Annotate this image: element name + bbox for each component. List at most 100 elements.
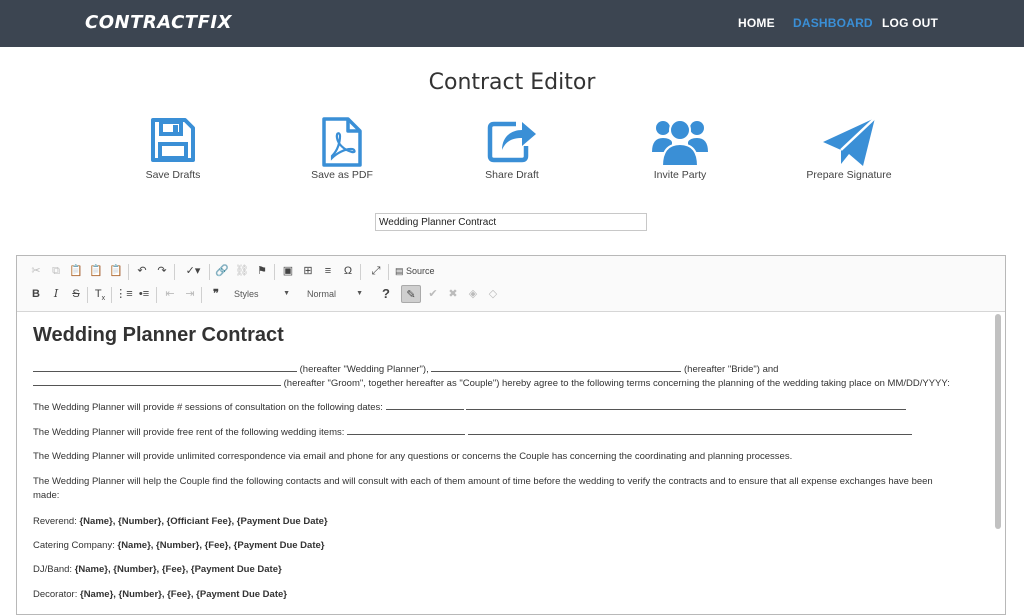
merge-fields: {Name}, {Number}, {Fee}, {Payment Due Da… [80,589,287,600]
track-changes-icon[interactable]: ✎ [401,285,421,303]
styles-dropdown[interactable]: Styles ▼ [232,285,292,303]
blockquote-icon[interactable]: ❞ [207,285,225,303]
paper-plane-icon [823,117,876,166]
prepare-signature-button[interactable]: Prepare Signature [789,116,909,181]
styles-label: Styles [234,289,259,299]
blank-line [431,363,682,372]
remove-format-icon[interactable]: Tx [91,285,109,303]
contract-title-input[interactable] [375,213,647,231]
reject-all-icon[interactable]: ◇ [484,285,502,303]
blank-line [347,426,466,435]
paste-text-icon[interactable]: 📋 [87,262,105,280]
indent-icon[interactable]: ⇥ [181,285,199,303]
toolbar-separator [156,287,157,303]
unlink-icon[interactable]: ⛓ [233,262,251,280]
reverend-line: Reverend: {Name}, {Number}, {Officiant F… [33,516,328,527]
editor-content[interactable]: Wedding Planner Contract (hereafter "Wed… [17,312,992,614]
undo-icon[interactable]: ↶ [133,262,151,280]
table-icon[interactable]: ⊞ [299,262,317,280]
help-icon[interactable]: ? [377,285,395,303]
merge-fields: {Name}, {Number}, {Fee}, {Payment Due Da… [74,564,282,575]
page-title: Contract Editor [428,70,596,95]
save-drafts-button[interactable]: Save Drafts [113,116,233,181]
toolbar-separator [201,287,202,303]
floppy-disk-icon [151,118,195,162]
accept-change-icon[interactable]: ✔ [424,285,442,303]
save-as-pdf-label: Save as PDF [311,169,373,181]
paste-icon[interactable]: 📋 [67,262,85,280]
toolbar-separator [388,264,389,280]
text-span: (hereafter "Wedding Planner"), [299,364,429,375]
pdf-file-icon [322,117,362,167]
special-char-icon[interactable]: Ω [339,262,357,280]
paragraph-parties-line-1: (hereafter "Wedding Planner"), (hereafte… [33,363,778,375]
nav-home-link[interactable]: HOME [738,16,775,30]
redo-icon[interactable]: ↷ [153,262,171,280]
source-label: Source [406,266,435,276]
share-draft-label: Share Draft [485,169,539,181]
anchor-flag-icon[interactable]: ⚑ [253,262,271,280]
paragraph-correspondence: The Wedding Planner will provide unlimit… [33,451,793,462]
toolbar-separator [174,264,175,280]
save-as-pdf-button[interactable]: Save as PDF [282,116,402,181]
users-group-icon [652,119,708,166]
paragraph-contacts-line-2: made: [33,490,60,501]
toolbar-separator [274,264,275,280]
text-span: The Wedding Planner will provide free re… [33,427,345,438]
paste-word-icon[interactable]: 📋 [107,262,125,280]
copy-icon[interactable]: ⧉ [47,262,65,280]
text-span: The Wedding Planner will provide # sessi… [33,402,383,413]
vertical-scrollbar[interactable] [992,312,1004,614]
format-label: Normal [307,289,337,299]
nav-dashboard-link[interactable]: DASHBOARD [793,16,873,30]
blank-line [33,363,297,372]
toolbar-separator [360,264,361,280]
scrollbar-thumb[interactable] [995,314,1001,529]
text-span: (hereafter "Bride") and [684,364,779,375]
invite-party-label: Invite Party [653,169,707,181]
decorator-line: Decorator: {Name}, {Number}, {Fee}, {Pay… [33,589,287,600]
link-icon[interactable]: 🔗 [213,262,231,280]
document-heading: Wedding Planner Contract [33,324,284,346]
merge-fields: {Name}, {Number}, {Fee}, {Payment Due Da… [117,540,325,551]
merge-fields: {Name}, {Number}, {Officiant Fee}, {Paym… [79,516,328,527]
share-icon [487,121,536,163]
source-icon: ▤ [395,266,404,276]
dj-band-line: DJ/Band: {Name}, {Number}, {Fee}, {Payme… [33,564,282,575]
invite-party-button[interactable]: Invite Party [620,116,740,181]
blank-line [467,426,912,435]
accept-all-icon[interactable]: ◈ [464,285,482,303]
cut-icon[interactable]: ✂ [27,262,45,280]
image-icon[interactable]: ▣ [279,262,297,280]
share-draft-button[interactable]: Share Draft [452,116,572,181]
outdent-icon[interactable]: ⇤ [161,285,179,303]
editor-toolbar: ✂ ⧉ 📋 📋 📋 ↶ ↷ ✓▾ 🔗 ⛓ ⚑ ▣ ⊞ ≡ Ω ⤢ ▤ Sourc… [17,256,1005,312]
paragraph-rent: The Wedding Planner will provide free re… [33,426,912,438]
rich-text-editor: ✂ ⧉ 📋 📋 📋 ↶ ↷ ✓▾ 🔗 ⛓ ⚑ ▣ ⊞ ≡ Ω ⤢ ▤ Sourc… [16,255,1006,615]
text-span: Reverend: [33,516,77,527]
bold-icon[interactable]: B [27,285,45,303]
blank-line [385,401,464,410]
maximize-icon[interactable]: ⤢ [367,262,385,280]
save-drafts-label: Save Drafts [145,169,201,181]
source-button[interactable]: ▤ Source [395,262,443,280]
top-navbar: CONTRACTFIX HOME DASHBOARD LOG OUT [0,0,1024,47]
toolbar-separator [128,264,129,280]
paragraph-contacts-line-1: The Wedding Planner will help the Couple… [33,476,933,487]
numbered-list-icon[interactable]: ⋮≡ [115,285,133,303]
nav-logout-link[interactable]: LOG OUT [882,16,938,30]
italic-icon[interactable]: I [47,285,65,303]
blank-line [33,377,281,386]
reject-change-icon[interactable]: ✖ [444,285,462,303]
spellcheck-icon[interactable]: ✓▾ [181,262,205,280]
format-dropdown[interactable]: Normal ▼ [305,285,365,303]
strikethrough-icon[interactable]: S [67,285,85,303]
text-span: (hereafter "Groom", together hereafter a… [283,378,950,389]
horizontal-line-icon[interactable]: ≡ [319,262,337,280]
toolbar-separator [87,287,88,303]
text-span: DJ/Band: [33,564,73,575]
paragraph-parties-line-2: (hereafter "Groom", together hereafter a… [33,377,950,389]
brand-logo[interactable]: CONTRACTFIX [85,12,232,33]
toolbar-separator [209,264,210,280]
bulleted-list-icon[interactable]: •≡ [135,285,153,303]
